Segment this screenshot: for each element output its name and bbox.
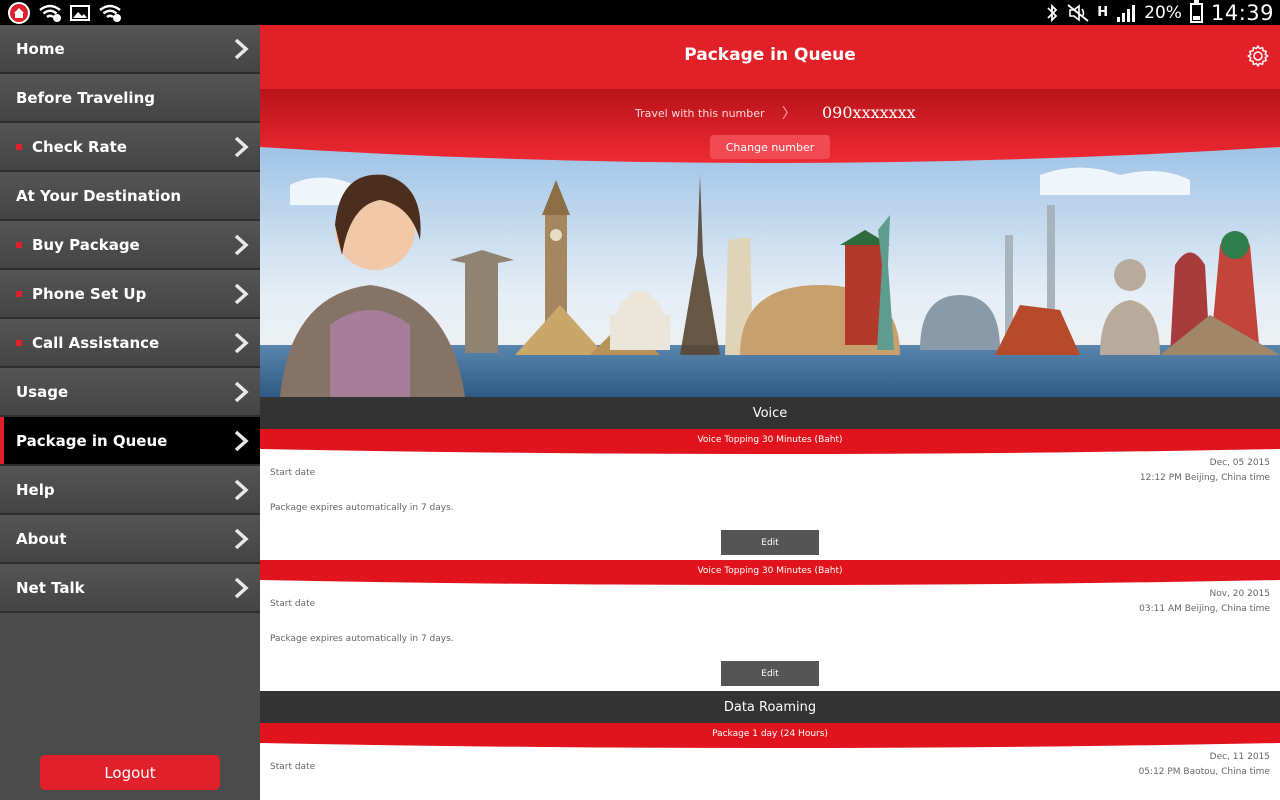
image-icon bbox=[70, 5, 90, 21]
sidebar-item-label: Usage bbox=[16, 382, 69, 401]
sidebar-item-label: Net Talk bbox=[16, 578, 85, 597]
change-number-button[interactable]: Change number bbox=[710, 135, 830, 159]
sidebar-item-phone-set-up[interactable]: Phone Set Up bbox=[0, 270, 260, 319]
sidebar-item-label: Before Traveling bbox=[16, 88, 155, 107]
page-title: Package in Queue bbox=[684, 45, 856, 65]
nav-list: Home Before Traveling Check Rate At Your De… bbox=[0, 25, 260, 613]
bullet-icon bbox=[16, 290, 22, 297]
status-bar: H 20% 14:39 bbox=[0, 0, 1280, 25]
travel-number-band: Travel with this number 〉 090xxxxxxx Cha… bbox=[260, 89, 1280, 199]
sidebar-item-label: Phone Set Up bbox=[32, 284, 147, 303]
network-type: H bbox=[1097, 5, 1109, 20]
sidebar-item-net-talk[interactable]: Net Talk bbox=[0, 564, 260, 613]
sidebar-item-before-traveling[interactable]: Before Traveling bbox=[0, 74, 260, 123]
sidebar-item-about[interactable]: About bbox=[0, 515, 260, 564]
chevron-right-icon bbox=[234, 136, 249, 158]
sidebar-item-at-your-destination[interactable]: At Your Destination bbox=[0, 172, 260, 221]
start-date-value: Nov, 20 2015 bbox=[1209, 589, 1270, 599]
signal-icon bbox=[1117, 4, 1136, 22]
sidebar-item-package-in-queue[interactable]: Package in Queue bbox=[0, 417, 260, 466]
edit-button[interactable]: Edit bbox=[721, 530, 819, 555]
start-date-value: Dec, 05 2015 bbox=[1209, 458, 1270, 468]
start-date-label: Start date bbox=[270, 468, 316, 478]
chevron-right-icon: 〉 bbox=[782, 106, 796, 122]
sidebar-item-buy-package[interactable]: Buy Package bbox=[0, 221, 260, 270]
expiry-text: Package expires automatically in 7 days. bbox=[270, 634, 454, 644]
app-home-icon bbox=[8, 2, 30, 24]
chevron-right-icon bbox=[234, 577, 249, 599]
package-header: Package 1 day (24 Hours) bbox=[260, 723, 1280, 749]
chevron-right-icon bbox=[234, 38, 249, 60]
travel-number-value: 090xxxxxxx bbox=[822, 103, 916, 122]
main-content: Package in Queue Travel with this number… bbox=[260, 25, 1280, 800]
start-time-value: 12:12 PM Beijing, China time bbox=[1139, 473, 1270, 483]
mute-icon bbox=[1067, 3, 1089, 22]
bullet-icon bbox=[16, 241, 22, 248]
chevron-right-icon bbox=[234, 332, 249, 354]
battery-icon bbox=[1189, 0, 1203, 23]
sidebar-item-label: About bbox=[16, 529, 67, 548]
sidebar-item-label: Call Assistance bbox=[32, 333, 160, 352]
expiry-text: Package expires automatically in 7 days. bbox=[270, 503, 454, 513]
start-date-label: Start date bbox=[270, 599, 316, 609]
sidebar-item-home[interactable]: Home bbox=[0, 25, 260, 74]
start-date-value: Dec, 11 2015 bbox=[1209, 752, 1270, 762]
sidebar-item-label: Help bbox=[16, 480, 55, 499]
chevron-right-icon bbox=[234, 479, 249, 501]
start-date-label: Start date bbox=[270, 762, 316, 772]
sidebar-item-label: Home bbox=[16, 39, 65, 58]
sidebar-item-label: Check Rate bbox=[32, 137, 127, 156]
header-bar: Package in Queue bbox=[260, 25, 1280, 89]
chevron-right-icon bbox=[234, 430, 249, 452]
sidebar-item-help[interactable]: Help bbox=[0, 466, 260, 515]
start-time-value: 03:11 AM Beijing, China time bbox=[1139, 604, 1270, 614]
bluetooth-icon bbox=[1047, 3, 1058, 22]
wifi-question-icon bbox=[99, 4, 121, 22]
chevron-right-icon bbox=[234, 528, 249, 550]
wifi-question-icon bbox=[39, 4, 61, 22]
package-name: Voice Topping 30 Minutes (Baht) bbox=[697, 566, 843, 576]
sidebar: Home Before Traveling Check Rate At Your De… bbox=[0, 25, 260, 800]
chevron-right-icon bbox=[234, 283, 249, 305]
package-header: Voice Topping 30 Minutes (Baht) bbox=[260, 560, 1280, 586]
logout-button[interactable]: Logout bbox=[40, 755, 220, 790]
gear-icon[interactable] bbox=[1246, 44, 1270, 68]
section-header-data-roaming: Data Roaming bbox=[260, 691, 1280, 723]
sidebar-item-check-rate[interactable]: Check Rate bbox=[0, 123, 260, 172]
bullet-icon bbox=[16, 339, 22, 346]
sidebar-item-usage[interactable]: Usage bbox=[0, 368, 260, 417]
battery-percent: 20% bbox=[1144, 2, 1182, 23]
notification-icons bbox=[8, 2, 122, 24]
chevron-right-icon bbox=[234, 381, 249, 403]
sidebar-item-label: At Your Destination bbox=[16, 186, 182, 205]
package-header: Voice Topping 30 Minutes (Baht) bbox=[260, 429, 1280, 455]
package-name: Package 1 day (24 Hours) bbox=[712, 729, 828, 739]
system-icons: H 20% 14:39 bbox=[1045, 0, 1274, 25]
chevron-right-icon bbox=[234, 234, 249, 256]
clock: 14:39 bbox=[1210, 0, 1274, 25]
start-time-value: 05:12 PM Baotou, China time bbox=[1138, 767, 1270, 777]
sidebar-item-label: Buy Package bbox=[32, 235, 140, 254]
sidebar-item-call-assistance[interactable]: Call Assistance bbox=[0, 319, 260, 368]
sidebar-item-label: Package in Queue bbox=[16, 431, 168, 450]
section-header-voice: Voice bbox=[260, 397, 1280, 429]
edit-button[interactable]: Edit bbox=[721, 661, 819, 686]
travel-number-label: Travel with this number bbox=[635, 107, 765, 120]
package-name: Voice Topping 30 Minutes (Baht) bbox=[697, 435, 843, 445]
bullet-icon bbox=[16, 143, 22, 150]
